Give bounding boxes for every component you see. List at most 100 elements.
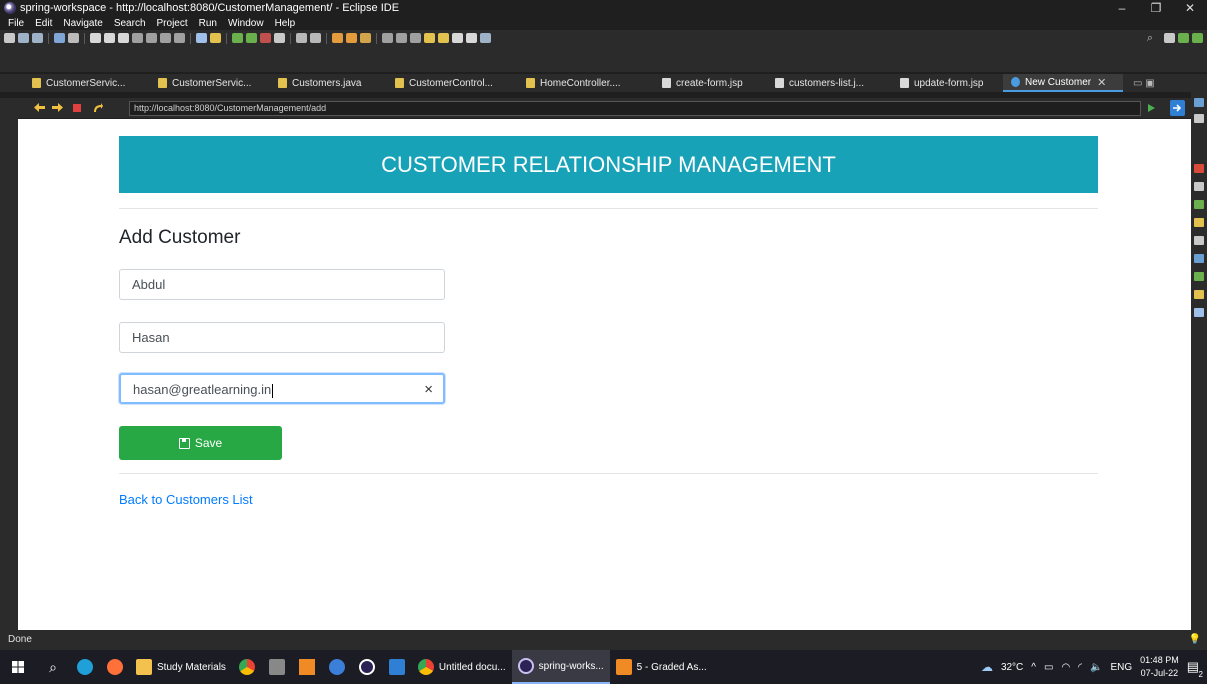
refresh-icon[interactable] — [92, 103, 103, 112]
menu-help[interactable]: Help — [275, 18, 296, 29]
forward-icon[interactable] — [52, 103, 63, 112]
browser-icon[interactable] — [480, 33, 491, 43]
tip-icon[interactable]: 💡 — [1189, 630, 1201, 650]
tab-create-form[interactable]: create-form.jsp — [652, 74, 765, 92]
back-icon[interactable] — [34, 103, 45, 112]
search-icon[interactable]: ⌕ — [1147, 32, 1153, 45]
taskbar-app-study-materials[interactable]: Study Materials — [130, 650, 232, 684]
save-button[interactable]: Save — [119, 426, 282, 460]
minimize-editor-icon[interactable]: ▭ ▣ — [1123, 74, 1163, 92]
notification-icon[interactable]: ▤ 2 — [1187, 659, 1203, 679]
tab-update-form[interactable]: update-form.jsp — [890, 74, 1003, 92]
menu-window[interactable]: Window — [228, 18, 264, 29]
new-icon[interactable] — [4, 33, 15, 43]
save-toolbar-icon[interactable] — [18, 33, 29, 43]
chevron-up-icon[interactable]: ^ — [1031, 662, 1036, 673]
chrome-pinned-icon[interactable] — [232, 650, 262, 684]
back-arrow-icon[interactable] — [452, 33, 463, 43]
resume-icon[interactable] — [90, 33, 101, 43]
step-return-icon[interactable] — [174, 33, 185, 43]
open-task-icon[interactable] — [196, 33, 207, 43]
tab-customer-service-1[interactable]: CustomerServic... — [18, 74, 148, 92]
go-icon[interactable] — [1144, 100, 1159, 116]
snippets-icon[interactable] — [1194, 236, 1204, 245]
tab-customer-service-2[interactable]: CustomerServic... — [148, 74, 268, 92]
maximize-button[interactable]: ❐ — [1139, 1, 1173, 15]
new-server-icon[interactable] — [296, 33, 307, 43]
debug-icon[interactable] — [232, 33, 243, 43]
markers-icon[interactable] — [1194, 164, 1204, 173]
language-indicator[interactable]: ENG — [1111, 662, 1133, 673]
weather-icon[interactable]: ☁ — [981, 660, 993, 674]
search-toolbar-icon[interactable] — [360, 33, 371, 43]
skip-breakpoints-icon[interactable] — [68, 33, 79, 43]
run-config-icon[interactable] — [260, 33, 271, 43]
disconnect-icon[interactable] — [132, 33, 143, 43]
menu-search[interactable]: Search — [114, 18, 146, 29]
menu-file[interactable]: File — [8, 18, 24, 29]
suspend-icon[interactable] — [104, 33, 115, 43]
menu-edit[interactable]: Edit — [35, 18, 52, 29]
outline-icon[interactable] — [1194, 98, 1204, 107]
step-into-icon[interactable] — [146, 33, 157, 43]
data-source-icon[interactable] — [1194, 218, 1204, 227]
stop-icon[interactable] — [73, 104, 81, 112]
close-tab-icon[interactable]: ✕ — [1097, 76, 1106, 89]
forward-arrow-icon[interactable] — [466, 33, 477, 43]
volume-icon[interactable]: 🔈 — [1090, 662, 1102, 673]
back-to-list-link[interactable]: Back to Customers List — [119, 492, 253, 507]
java-perspective-icon[interactable] — [1192, 33, 1203, 43]
new-spring-icon[interactable] — [310, 33, 321, 43]
vscode-icon[interactable] — [382, 650, 412, 684]
forward-nav-icon[interactable] — [438, 33, 449, 43]
task-list-icon[interactable] — [1194, 114, 1204, 123]
console-icon[interactable] — [1194, 254, 1204, 263]
properties-icon[interactable] — [1194, 182, 1204, 191]
url-input[interactable]: http://localhost:8080/CustomerManagement… — [129, 101, 1141, 116]
tab-home-controller[interactable]: HomeController.... — [516, 74, 652, 92]
back-nav-icon[interactable] — [424, 33, 435, 43]
annotation-icon[interactable] — [382, 33, 393, 43]
tab-customers-list[interactable]: customers-list.j... — [765, 74, 890, 92]
taskbar-app-spring-workspace[interactable]: spring-works... — [511, 650, 610, 684]
progress-icon[interactable] — [1194, 272, 1204, 281]
quick-access-icon[interactable] — [210, 33, 221, 43]
eclipse-pinned-icon[interactable] — [352, 650, 382, 684]
search-view-icon[interactable] — [1194, 290, 1204, 299]
run-icon[interactable] — [246, 33, 257, 43]
menu-run[interactable]: Run — [199, 18, 217, 29]
vlc-icon[interactable] — [292, 650, 322, 684]
tab-customer-controller[interactable]: CustomerControl... — [385, 74, 516, 92]
battery-icon[interactable]: ▭ — [1044, 662, 1053, 673]
menu-navigate[interactable]: Navigate — [63, 18, 102, 29]
open-resource-icon[interactable] — [346, 33, 357, 43]
terminate-icon[interactable] — [118, 33, 129, 43]
taskbar-app-untitled-document[interactable]: Untitled docu... — [412, 650, 512, 684]
clear-input-icon[interactable]: × — [424, 375, 433, 404]
windows-start-button[interactable] — [0, 650, 36, 684]
last-name-field[interactable]: Hasan — [119, 322, 445, 353]
perspective-icon[interactable] — [1164, 33, 1175, 43]
wifi-icon[interactable]: ◜ — [1078, 662, 1082, 673]
open-type-icon[interactable] — [332, 33, 343, 43]
calendar-app-icon[interactable] — [262, 650, 292, 684]
external-tools-icon[interactable] — [274, 33, 285, 43]
menu-project[interactable]: Project — [157, 18, 188, 29]
save-all-icon[interactable] — [32, 33, 43, 43]
firefox-icon[interactable] — [100, 650, 130, 684]
tab-customers-java[interactable]: Customers.java — [268, 74, 385, 92]
qbittorrent-icon[interactable] — [322, 650, 352, 684]
edge-icon[interactable] — [70, 650, 100, 684]
toggle-mark-icon[interactable] — [410, 33, 421, 43]
servers-icon[interactable] — [1194, 200, 1204, 209]
step-over-icon[interactable] — [160, 33, 171, 43]
network-icon[interactable]: ◠ — [1061, 662, 1070, 673]
weather-temp[interactable]: 32°C — [1001, 662, 1023, 673]
problems-icon[interactable] — [1194, 308, 1204, 317]
close-window-button[interactable]: ✕ — [1173, 1, 1207, 15]
first-name-field[interactable]: Abdul — [119, 269, 445, 300]
taskbar-app-graded-assignment[interactable]: 5 - Graded As... — [610, 650, 713, 684]
terminal-icon[interactable] — [54, 33, 65, 43]
email-field[interactable]: hasan@greatlearning.in × — [119, 373, 445, 404]
tab-new-customer[interactable]: New Customer ✕ — [1003, 74, 1123, 92]
